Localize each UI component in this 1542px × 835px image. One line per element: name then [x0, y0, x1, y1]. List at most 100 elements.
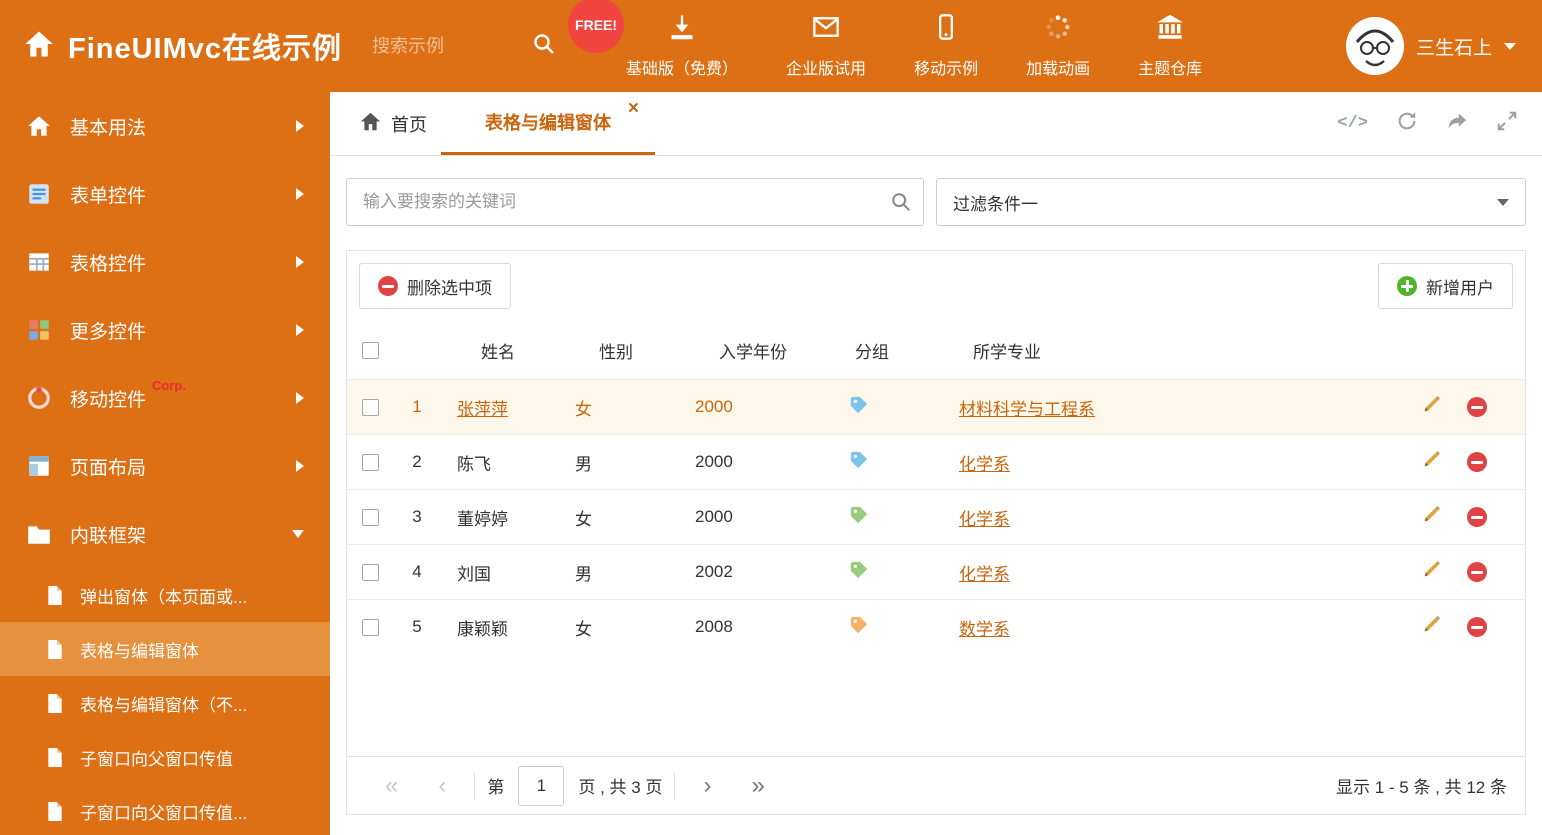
- sidebar-item-more-controls[interactable]: 更多控件: [0, 296, 330, 364]
- filter-row: 过滤条件一: [346, 178, 1526, 226]
- forward-icon[interactable]: [1446, 110, 1468, 137]
- sidebar-item-label: 表格控件: [70, 253, 147, 275]
- sidebar-subitem-grid-edit-window-2[interactable]: 表格与编辑窗体（不...: [0, 676, 330, 730]
- nav-theme-repo[interactable]: 主题仓库: [1138, 13, 1202, 79]
- year-cell: 2000: [695, 397, 733, 416]
- student-name-link[interactable]: 康颖颖: [457, 620, 508, 639]
- close-icon[interactable]: ×: [628, 99, 639, 118]
- year-cell: 2002: [695, 562, 733, 581]
- sidebar-subitem-label: 表格与编辑窗体: [80, 641, 199, 661]
- first-page-icon[interactable]: «: [365, 773, 418, 798]
- sidebar-subitem-label: 子窗口向父窗口传值: [80, 749, 233, 769]
- search-icon[interactable]: [890, 191, 912, 218]
- chevron-right-icon: [296, 120, 304, 132]
- file-icon: [46, 693, 64, 714]
- source-code-icon[interactable]: </>: [1337, 114, 1368, 133]
- search-icon[interactable]: [532, 32, 556, 61]
- edit-icon[interactable]: [1422, 615, 1441, 639]
- row-checkbox[interactable]: [361, 618, 379, 636]
- download-icon: [668, 13, 696, 46]
- layout-icon: [26, 453, 52, 479]
- file-icon: [46, 639, 64, 660]
- tab-grid-edit-window[interactable]: 表格与编辑窗体 ×: [441, 92, 655, 155]
- table-row[interactable]: 3 董婷婷 女 2000 化学系: [347, 489, 1525, 544]
- tab-bar: 首页 表格与编辑窗体 × </>: [330, 92, 1542, 156]
- sidebar-item-iframe[interactable]: 内联框架: [0, 500, 330, 568]
- add-user-button[interactable]: 新增用户: [1378, 263, 1513, 309]
- row-checkbox[interactable]: [361, 508, 379, 526]
- delete-selected-button[interactable]: 删除选中项: [359, 263, 511, 309]
- sidebar-item-grid-controls[interactable]: 表格控件: [0, 228, 330, 296]
- row-index: 1: [412, 397, 422, 416]
- corp-badge: Corp.: [152, 378, 186, 393]
- table-row[interactable]: 5 康颖颖 女 2008 数学系: [347, 599, 1525, 654]
- table-icon: [26, 249, 52, 275]
- nav-enterprise-trial[interactable]: 企业版试用: [786, 13, 866, 79]
- expand-icon[interactable]: [1496, 110, 1518, 137]
- column-header-name: 姓名: [481, 342, 515, 362]
- row-checkbox[interactable]: [361, 453, 379, 471]
- header-search-input[interactable]: [372, 35, 523, 57]
- delete-icon[interactable]: [1467, 452, 1487, 472]
- row-checkbox[interactable]: [361, 563, 379, 581]
- sidebar-item-form-controls[interactable]: 表单控件: [0, 160, 330, 228]
- refresh-icon[interactable]: [1396, 110, 1418, 137]
- prev-page-icon[interactable]: ‹: [418, 773, 466, 798]
- tab-home-label: 首页: [391, 114, 427, 135]
- column-header-gender: 性别: [599, 342, 633, 362]
- sidebar-subitem-grid-edit-window[interactable]: 表格与编辑窗体: [0, 622, 330, 676]
- student-name-link[interactable]: 陈飞: [457, 455, 491, 474]
- sidebar-item-mobile-controls[interactable]: 移动控件 Corp.: [0, 364, 330, 432]
- tab-home[interactable]: 首页: [360, 92, 427, 155]
- edit-icon[interactable]: [1422, 450, 1441, 474]
- tag-icon: [849, 560, 869, 585]
- app-brand[interactable]: FineUIMvc在线示例: [24, 25, 342, 67]
- next-page-icon[interactable]: ›: [683, 773, 731, 798]
- mobile-icon: [932, 13, 960, 46]
- major-link[interactable]: 化学系: [959, 455, 1010, 474]
- major-link[interactable]: 化学系: [959, 510, 1010, 529]
- column-header-year: 入学年份: [719, 342, 787, 362]
- edit-icon[interactable]: [1422, 505, 1441, 529]
- table-row[interactable]: 1 张萍萍 女 2000 材料科学与工程系: [347, 379, 1525, 434]
- sidebar-item-basic-usage[interactable]: 基本用法: [0, 92, 330, 160]
- delete-icon[interactable]: [1467, 617, 1487, 637]
- edit-icon[interactable]: [1422, 560, 1441, 584]
- nav-loading-animation[interactable]: 加载动画: [1026, 13, 1090, 79]
- page-prefix: 第: [487, 778, 505, 797]
- select-all-checkbox[interactable]: [361, 341, 379, 359]
- sidebar-item-page-layout[interactable]: 页面布局: [0, 432, 330, 500]
- student-name-link[interactable]: 张萍萍: [457, 400, 508, 419]
- nav-label: 加载动画: [1026, 61, 1091, 78]
- nav-basic-free[interactable]: FREE! 基础版（免费）: [568, 0, 739, 79]
- table-row[interactable]: 2 陈飞 男 2000 化学系: [347, 434, 1525, 489]
- last-page-icon[interactable]: »: [731, 773, 784, 798]
- row-index: 2: [412, 452, 422, 471]
- spinner-icon: [1044, 13, 1072, 46]
- delete-icon[interactable]: [1467, 507, 1487, 527]
- nav-label: 基础版（免费）: [626, 61, 739, 78]
- pagination-bar: « ‹ 第 页 , 共 3 页 › » 显示 1 - 5 条 , 共 12 条: [347, 756, 1525, 814]
- keyword-search-input[interactable]: [346, 178, 924, 226]
- delete-icon[interactable]: [1467, 562, 1487, 582]
- delete-icon[interactable]: [1467, 397, 1487, 417]
- student-name-link[interactable]: 刘国: [457, 565, 491, 584]
- major-link[interactable]: 化学系: [959, 565, 1010, 584]
- filter-dropdown[interactable]: 过滤条件一: [936, 178, 1526, 226]
- tag-icon: [849, 395, 869, 420]
- major-link[interactable]: 数学系: [959, 620, 1010, 639]
- sidebar-subitem-child-to-parent-2[interactable]: 子窗口向父窗口传值...: [0, 784, 330, 835]
- nav-label: 移动示例: [914, 61, 979, 78]
- major-link[interactable]: 材料科学与工程系: [959, 400, 1095, 419]
- row-checkbox[interactable]: [361, 398, 379, 416]
- edit-icon[interactable]: [1422, 395, 1441, 419]
- user-menu[interactable]: 三生石上: [1345, 17, 1516, 75]
- sidebar-subitem-popup-window[interactable]: 弹出窗体（本页面或...: [0, 568, 330, 622]
- table-row[interactable]: 4 刘国 男 2002 化学系: [347, 544, 1525, 599]
- page-number-input[interactable]: [518, 765, 565, 806]
- student-name-link[interactable]: 董婷婷: [457, 510, 508, 529]
- nav-mobile-demo[interactable]: 移动示例: [914, 13, 978, 79]
- main-area: 首页 表格与编辑窗体 × </> 输入要搜索的关键词 过滤条件一 删除选中项 新…: [330, 92, 1542, 835]
- sidebar-subitem-child-to-parent[interactable]: 子窗口向父窗口传值: [0, 730, 330, 784]
- blocks-icon: [26, 317, 52, 343]
